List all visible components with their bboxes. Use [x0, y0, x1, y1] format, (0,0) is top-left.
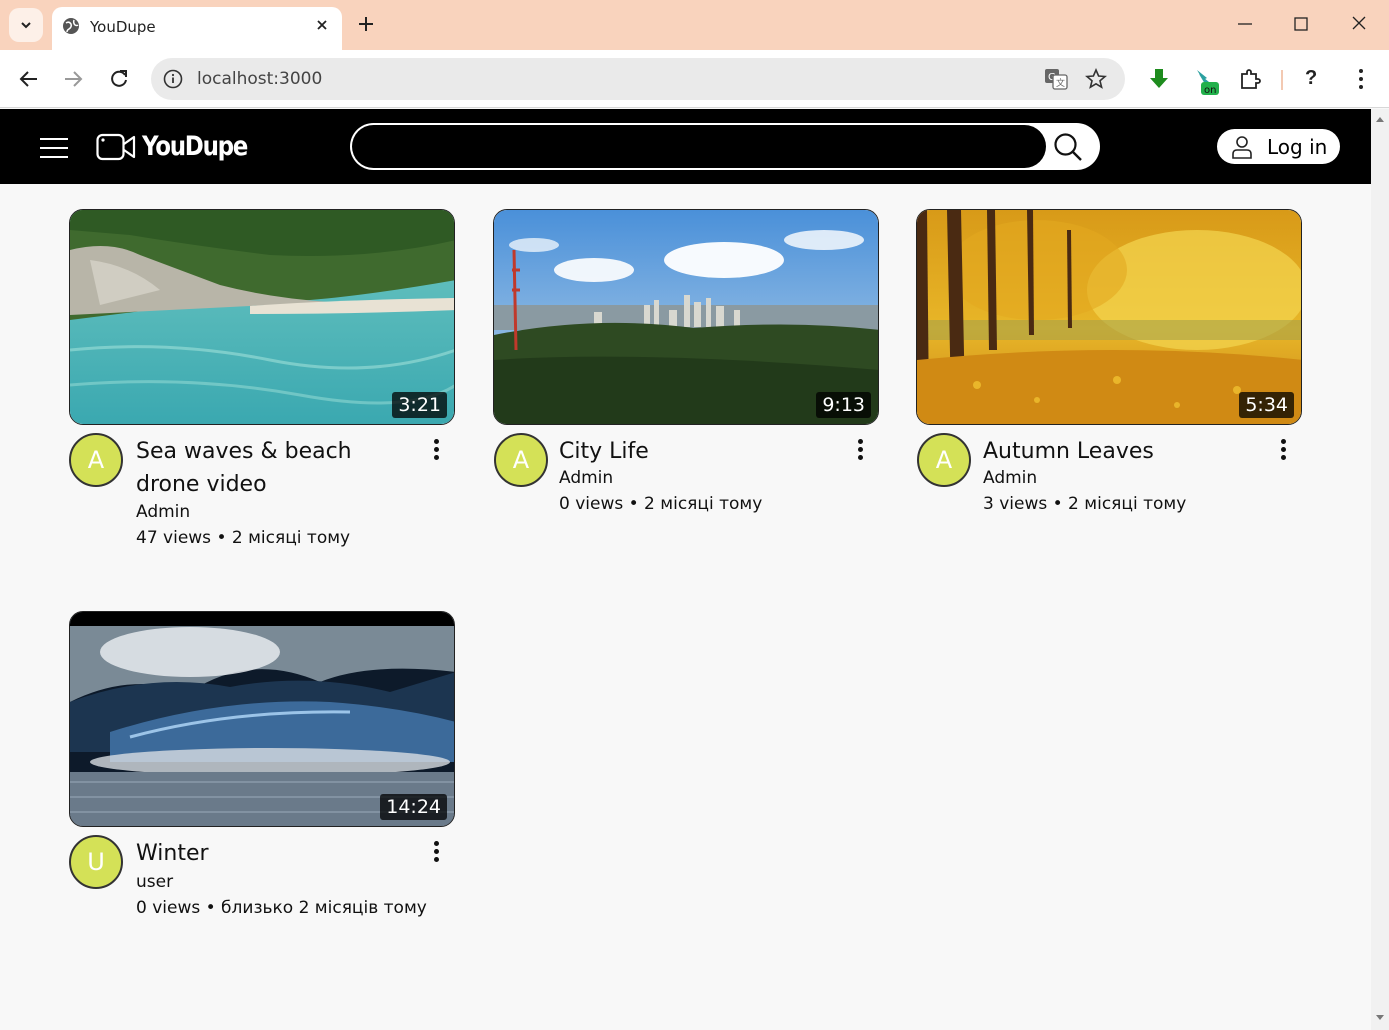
video-title[interactable]: Winter	[136, 837, 416, 870]
channel-name[interactable]: Admin	[559, 468, 613, 488]
new-tab-icon[interactable]	[356, 14, 376, 34]
minimize-icon[interactable]	[1236, 14, 1254, 32]
browser-tab[interactable]: YouDupe	[52, 7, 342, 50]
search-icon[interactable]	[1053, 132, 1083, 162]
help-button[interactable]: ?	[1305, 67, 1317, 90]
globe-icon	[63, 18, 79, 34]
video-options-icon[interactable]	[431, 439, 441, 463]
browser-menu-icon[interactable]	[1351, 67, 1371, 91]
channel-name[interactable]: Admin	[136, 502, 190, 522]
page-scrollbar[interactable]	[1371, 109, 1389, 1030]
video-meta: 0 views • близько 2 місяців тому	[136, 898, 427, 918]
video-options-icon[interactable]	[1278, 439, 1288, 463]
video-thumbnail[interactable]: 14:24	[69, 611, 455, 827]
video-thumbnail[interactable]: 5:34	[916, 209, 1302, 425]
video-thumbnail[interactable]: 3:21	[69, 209, 455, 425]
video-camera-icon	[96, 133, 136, 160]
video-meta: 3 views • 2 місяці тому	[983, 494, 1187, 514]
hamburger-menu-icon[interactable]	[40, 138, 68, 158]
app-header: YouDupe Log in	[0, 109, 1371, 184]
logo-text: YouDupe	[142, 131, 248, 162]
video-duration: 5:34	[1239, 392, 1294, 418]
logo[interactable]: YouDupe	[96, 131, 266, 162]
extensions-puzzle-icon[interactable]	[1238, 67, 1262, 91]
svg-text:文: 文	[1056, 77, 1065, 89]
chevron-down-icon	[21, 22, 31, 29]
channel-name[interactable]: user	[136, 872, 173, 892]
forward-arrow-icon[interactable]	[62, 68, 84, 90]
video-duration: 14:24	[380, 794, 447, 820]
search-input[interactable]	[352, 125, 1046, 168]
close-tab-icon[interactable]	[314, 17, 330, 33]
channel-avatar[interactable]: A	[69, 433, 123, 487]
scroll-up-arrow-icon[interactable]	[1375, 115, 1385, 123]
address-bar[interactable]: localhost:3000 G文	[151, 58, 1125, 100]
video-title[interactable]: Sea waves & beach drone video	[136, 435, 416, 501]
user-icon	[1232, 135, 1252, 159]
video-card[interactable]: 3:21 A Sea waves & beach drone video Adm…	[69, 209, 455, 559]
back-arrow-icon[interactable]	[18, 68, 40, 90]
video-meta: 47 views • 2 місяці тому	[136, 528, 351, 548]
video-title[interactable]: City Life	[559, 435, 839, 468]
video-thumbnail[interactable]: 9:13	[493, 209, 879, 425]
url-text[interactable]: localhost:3000	[197, 69, 322, 89]
video-duration: 9:13	[816, 392, 871, 418]
video-duration: 3:21	[392, 392, 447, 418]
svg-text:on: on	[1204, 85, 1216, 96]
bookmark-star-icon[interactable]	[1085, 68, 1107, 90]
toolbar-separator	[1281, 70, 1283, 90]
channel-avatar[interactable]: U	[69, 835, 123, 889]
on-extension-icon[interactable]: on	[1193, 66, 1221, 96]
maximize-icon[interactable]	[1293, 16, 1309, 32]
search-bar	[350, 123, 1100, 170]
channel-avatar[interactable]: A	[917, 433, 971, 487]
channel-avatar[interactable]: A	[494, 433, 548, 487]
login-label: Log in	[1267, 134, 1328, 159]
tab-title: YouDupe	[90, 18, 156, 36]
video-card[interactable]: 14:24 U Winter user 0 views • близько 2 …	[69, 611, 455, 931]
video-card[interactable]: 5:34 A Autumn Leaves Admin 3 views • 2 м…	[916, 209, 1302, 529]
window-close-icon[interactable]	[1350, 14, 1368, 32]
video-meta: 0 views • 2 місяці тому	[559, 494, 763, 514]
scroll-down-arrow-icon[interactable]	[1375, 1014, 1385, 1022]
login-button[interactable]: Log in	[1217, 129, 1340, 164]
translate-icon[interactable]: G文	[1044, 68, 1068, 90]
site-info-icon[interactable]	[163, 69, 183, 89]
channel-name[interactable]: Admin	[983, 468, 1037, 488]
video-options-icon[interactable]	[855, 439, 865, 463]
browser-toolbar: localhost:3000 G文 on ?	[0, 50, 1389, 108]
video-options-icon[interactable]	[431, 841, 441, 865]
browser-tab-strip: YouDupe	[0, 0, 1389, 50]
download-extension-icon[interactable]	[1147, 67, 1171, 91]
reload-icon[interactable]	[108, 68, 130, 90]
video-card[interactable]: 9:13 A City Life Admin 0 views • 2 місяц…	[493, 209, 879, 529]
video-title[interactable]: Autumn Leaves	[983, 435, 1263, 468]
tab-search-button[interactable]	[9, 8, 43, 42]
